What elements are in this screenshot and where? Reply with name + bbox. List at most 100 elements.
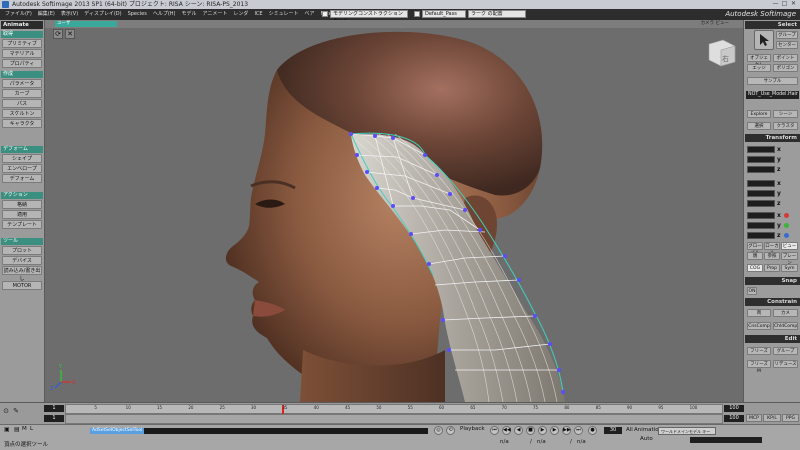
menu-hair[interactable]: ベア bbox=[301, 9, 317, 20]
rotate-y-field[interactable] bbox=[747, 190, 775, 197]
btn-deform[interactable]: デフォーム bbox=[2, 174, 42, 183]
keying-set-field[interactable]: ワールドメインモデル キー bbox=[658, 427, 716, 435]
btn-material[interactable]: マテリアル bbox=[2, 49, 42, 58]
ref-local-button[interactable]: ローカル bbox=[764, 242, 780, 256]
menu-animate[interactable]: アニメート bbox=[200, 9, 231, 20]
range-end-field[interactable]: 100 bbox=[724, 415, 744, 422]
reduce-button[interactable]: リデュース bbox=[773, 360, 798, 368]
menu-edit[interactable]: 編集(E) bbox=[35, 9, 58, 20]
layer-dropdown[interactable]: ラーク の配置 bbox=[468, 10, 526, 18]
menu-render[interactable]: レンダ bbox=[230, 9, 251, 20]
magnet-icon[interactable]: ⊙ bbox=[2, 407, 10, 415]
chldcomp-button[interactable]: ChldComp bbox=[773, 322, 798, 330]
btn-store[interactable]: 格納 bbox=[2, 200, 42, 209]
last-frame-button[interactable]: ⏭ bbox=[574, 426, 583, 435]
scale-z-field[interactable] bbox=[747, 166, 775, 173]
close-window-button[interactable]: ✕ bbox=[789, 0, 798, 8]
construction-mode-checkbox[interactable] bbox=[322, 11, 328, 17]
btn-envelope[interactable]: エンベロープ bbox=[2, 164, 42, 173]
snap-on-button[interactable]: ON bbox=[747, 287, 757, 295]
explore-button[interactable]: Explore bbox=[747, 110, 771, 118]
ref-global-button[interactable]: グローバル bbox=[747, 242, 763, 256]
btn-apply[interactable]: 適用 bbox=[2, 210, 42, 219]
maximize-button[interactable]: □ bbox=[780, 0, 789, 8]
constrain-both-button[interactable]: 両 bbox=[747, 309, 771, 317]
ref-view-button[interactable]: ビュー bbox=[781, 242, 798, 250]
btn-plot[interactable]: プロット bbox=[2, 246, 42, 255]
btn-import-export[interactable]: 読み込み/書き出し bbox=[2, 266, 42, 282]
close-icon[interactable]: ✕ bbox=[65, 29, 75, 39]
fps-field[interactable]: 30 bbox=[604, 427, 622, 434]
cnscomp-button[interactable]: CnsComp bbox=[747, 322, 771, 330]
btn-template[interactable]: テンプレート bbox=[2, 220, 42, 229]
pass-dropdown[interactable]: Default_Pass bbox=[422, 10, 466, 18]
ppg-tab[interactable]: PPG bbox=[782, 414, 799, 422]
select-polygon-button[interactable]: ポリゴン bbox=[773, 64, 798, 72]
menu-species[interactable]: Species bbox=[125, 9, 150, 20]
section-create[interactable]: 作成 bbox=[1, 71, 43, 78]
group-button[interactable]: グループ bbox=[773, 347, 798, 355]
minimize-button[interactable]: — bbox=[771, 0, 780, 8]
loop-icon[interactable]: ⟲ bbox=[446, 426, 455, 435]
start-frame-field[interactable]: 1 bbox=[44, 405, 64, 412]
play-mode-icon[interactable]: ◎ bbox=[434, 426, 443, 435]
btn-device[interactable]: デバイス bbox=[2, 256, 42, 265]
refresh-icon[interactable]: ⟳ bbox=[53, 29, 63, 39]
translate-z-field[interactable] bbox=[747, 232, 775, 239]
command-line-text[interactable]: AdSetSelObjectSelTool bbox=[90, 428, 145, 434]
viewport-view-label[interactable]: カメラ ビュー bbox=[701, 20, 729, 28]
keyframe-field[interactable] bbox=[690, 437, 762, 443]
translate-x-field[interactable] bbox=[747, 212, 775, 219]
key-icon[interactable]: ✎ bbox=[12, 407, 20, 415]
freeze-m-button[interactable]: フリーズ M bbox=[747, 360, 771, 374]
auto-label[interactable]: Auto bbox=[640, 436, 653, 442]
cluster-button[interactable]: クラスタ bbox=[773, 122, 798, 130]
menu-file[interactable]: ファイル(F) bbox=[2, 9, 35, 20]
constrain-camera-button[interactable]: カメ bbox=[773, 309, 798, 317]
section-tools[interactable]: ツール bbox=[1, 238, 43, 245]
freeze-button[interactable]: フリーズ bbox=[747, 347, 771, 355]
playback-label[interactable]: Playback bbox=[460, 426, 485, 432]
select-sample-button[interactable]: サンプル bbox=[747, 77, 798, 85]
section-get[interactable]: 取得 bbox=[1, 31, 43, 38]
select-object-button[interactable]: オブジェクト bbox=[747, 54, 771, 68]
timeline-range-bar[interactable] bbox=[65, 414, 723, 424]
btn-character[interactable]: キャラクタ bbox=[2, 119, 42, 128]
select-group-button[interactable]: グループ bbox=[776, 31, 798, 39]
prev-frame-button[interactable]: ◀ bbox=[514, 426, 523, 435]
viewport-canvas[interactable]: Y X Z 右 bbox=[45, 20, 743, 402]
select-edge-button[interactable]: エッジ bbox=[747, 64, 771, 72]
record-button[interactable]: ● bbox=[588, 426, 597, 435]
rotate-z-field[interactable] bbox=[747, 200, 775, 207]
prev-key-button[interactable]: ◀◀ bbox=[502, 426, 511, 435]
scene-button[interactable]: シーン bbox=[773, 110, 798, 118]
next-frame-button[interactable]: ▶ bbox=[550, 426, 559, 435]
timeline-ruler[interactable]: 5 10 15 20 25 30 35 40 45 50 55 60 65 70 75 80 85 90 95 100 bbox=[65, 404, 723, 415]
ref-reference-button[interactable]: 参照 bbox=[764, 252, 780, 260]
btn-curve[interactable]: カーブ bbox=[2, 89, 42, 98]
prop-button[interactable]: Prop bbox=[764, 264, 780, 272]
play-button[interactable]: ▶ bbox=[538, 426, 547, 435]
script-icon[interactable]: ▤ bbox=[14, 426, 20, 433]
selection-button[interactable]: 選択 bbox=[747, 122, 771, 130]
all-label[interactable]: All bbox=[626, 427, 633, 433]
btn-parameter[interactable]: パラメータ bbox=[2, 79, 42, 88]
cog-button[interactable]: COG bbox=[747, 264, 763, 272]
select-point-button[interactable]: ポイント bbox=[773, 54, 798, 62]
btn-skeleton[interactable]: スケルトン bbox=[2, 109, 42, 118]
construction-mode-dropdown[interactable]: モデリングコンストラクションモード bbox=[330, 10, 408, 24]
menu-ice[interactable]: ICE bbox=[251, 9, 265, 20]
menu-model[interactable]: モデル bbox=[179, 9, 200, 20]
section-deform[interactable]: デフォーム bbox=[1, 146, 43, 153]
menu-view[interactable]: 表示(V) bbox=[58, 9, 81, 20]
btn-path[interactable]: パス bbox=[2, 99, 42, 108]
next-key-button[interactable]: ▶▶ bbox=[562, 426, 571, 435]
select-arrow-button[interactable] bbox=[754, 30, 774, 50]
btn-motor[interactable]: MOTOR bbox=[2, 281, 42, 290]
selected-object-name[interactable]: NOT_Use_Model.Hair bbox=[746, 91, 799, 99]
translate-y-field[interactable] bbox=[747, 222, 775, 229]
menu-display[interactable]: ディスプレイ(D) bbox=[81, 9, 124, 20]
mcp-tab[interactable]: MCP bbox=[746, 414, 762, 422]
scale-x-field[interactable] bbox=[747, 146, 775, 153]
btn-shape[interactable]: シェイプ bbox=[2, 154, 42, 163]
